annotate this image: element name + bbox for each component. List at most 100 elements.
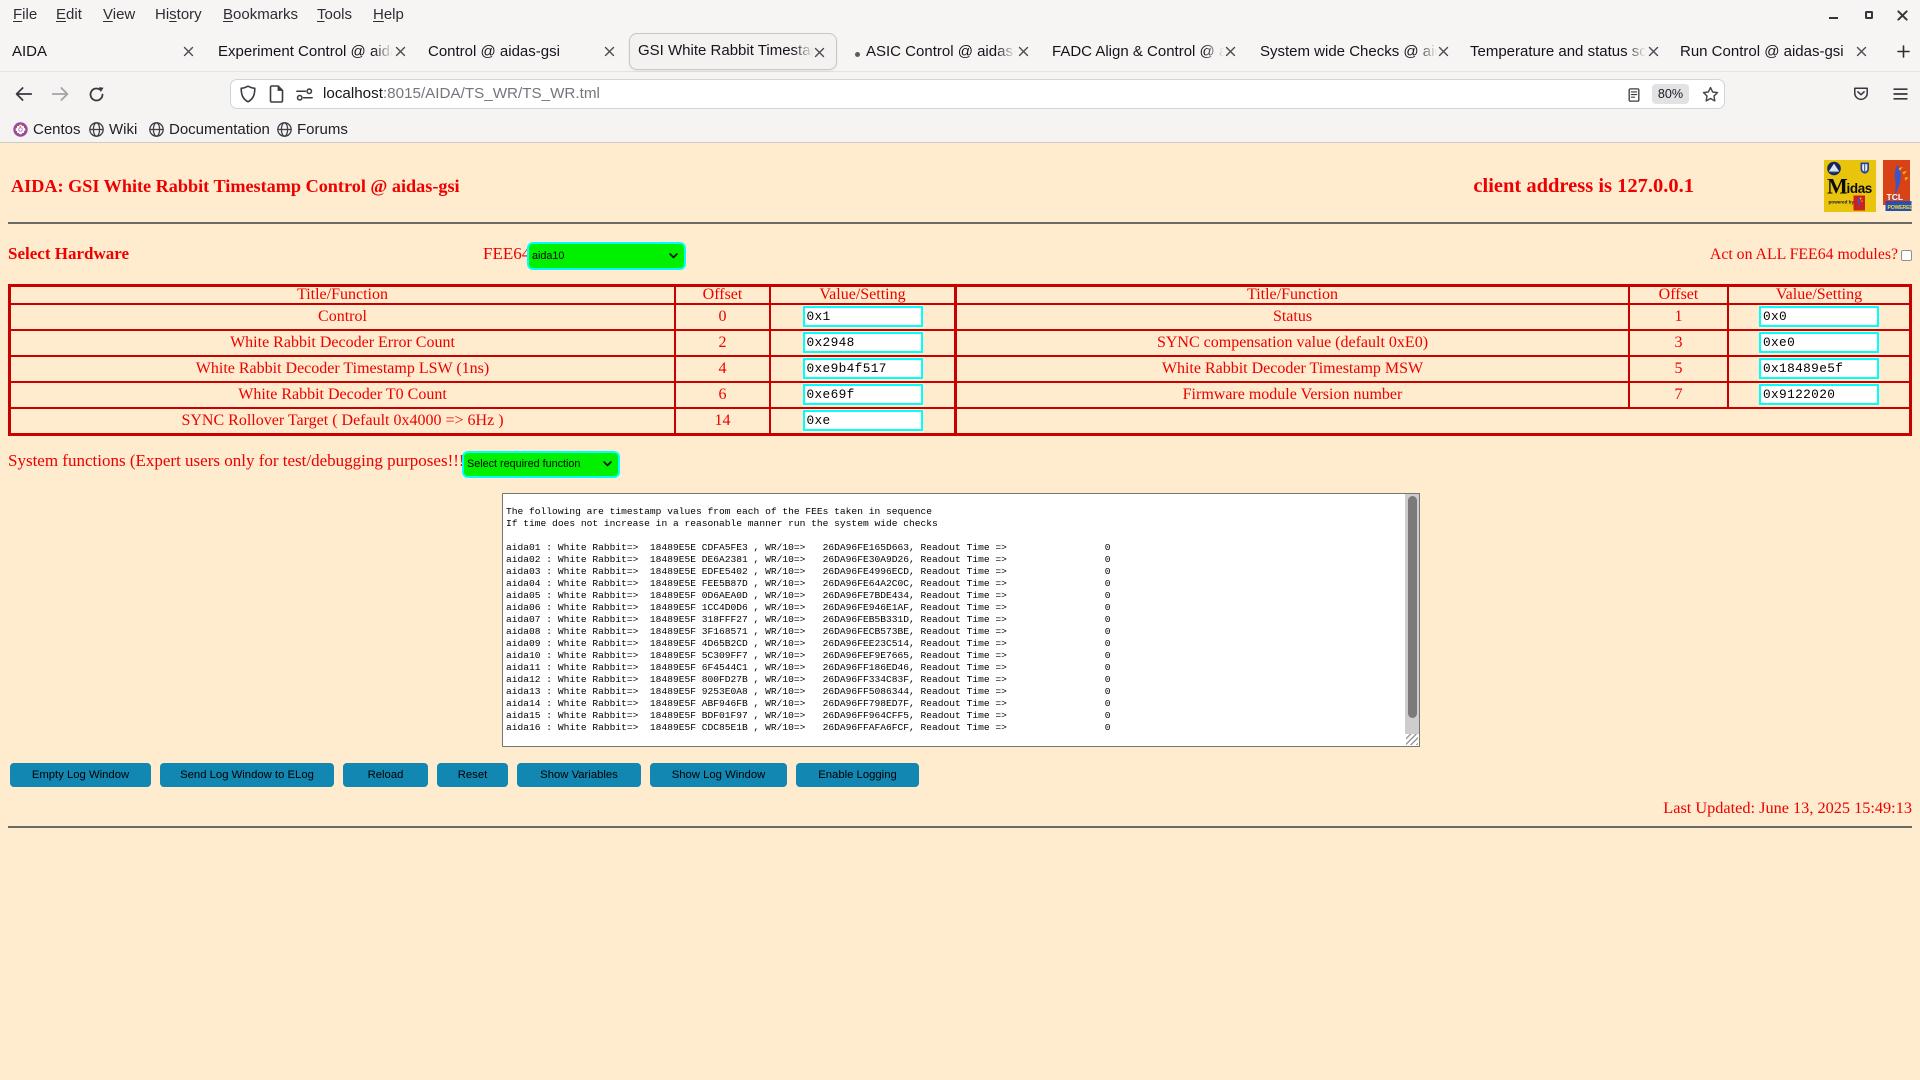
page-title: AIDA: GSI White Rabbit Timestamp Control…: [11, 176, 460, 196]
empty-log-button[interactable]: Empty Log Window: [10, 763, 151, 787]
value-input-firmware[interactable]: [1759, 384, 1879, 405]
row-title: White Rabbit Decoder T0 Count: [10, 381, 675, 408]
value-input-error-count[interactable]: [802, 332, 923, 353]
last-updated-text: Last Updated: June 13, 2025 15:49:13: [1663, 798, 1912, 817]
tab-close-icon[interactable]: [1855, 45, 1868, 58]
tab-close-icon[interactable]: [1224, 45, 1237, 58]
close-button[interactable]: [1894, 0, 1911, 30]
tab-aida[interactable]: AIDA: [5, 33, 207, 70]
value-input-sync-comp[interactable]: [1759, 332, 1879, 353]
tab-close-icon[interactable]: [603, 45, 616, 58]
menu-label-part: iew: [112, 6, 136, 23]
tcl-powered-logo[interactable]: TCL POWERED: [1883, 159, 1912, 212]
menu-history[interactable]: History: [155, 6, 202, 23]
chevron-down-icon: [669, 252, 678, 258]
page-content: AIDA: GSI White Rabbit Timestamp Control…: [0, 143, 1920, 1080]
menu-mnemonic: T: [317, 6, 325, 23]
row-offset: 1: [1629, 303, 1728, 330]
svg-text:idas: idas: [1847, 181, 1872, 196]
menu-bookmarks[interactable]: Bookmarks: [223, 6, 298, 23]
client-address: client address is 127.0.0.1: [1473, 175, 1694, 197]
tab-run-control[interactable]: Run Control @ aidas-gsi: [1673, 33, 1880, 70]
tab-experiment-control[interactable]: Experiment Control @ aidas: [211, 33, 413, 70]
bookmark-forums[interactable]: Forums: [277, 121, 348, 138]
tab-control[interactable]: Control @ aidas-gsi: [421, 33, 621, 70]
reload-button[interactable]: [88, 86, 105, 103]
send-log-elog-button[interactable]: Send Log Window to ELog: [160, 763, 334, 787]
tab-gsi-white-rabbit-active[interactable]: GSI White Rabbit Timestamp: [629, 33, 837, 70]
row-offset: 7: [1629, 381, 1728, 408]
new-tab-button[interactable]: [1896, 44, 1911, 59]
hamburger-menu-icon[interactable]: [1893, 88, 1908, 100]
tab-attention-dot: [855, 52, 860, 57]
act-on-all-checkbox[interactable]: [1901, 250, 1912, 261]
menu-mnemonic: H: [373, 6, 384, 23]
globe-icon: [149, 122, 164, 137]
bookmark-star-icon[interactable]: [1702, 86, 1719, 103]
bookmark-label: Centos: [33, 121, 81, 138]
tab-close-icon[interactable]: [394, 45, 407, 58]
enable-logging-button[interactable]: Enable Logging: [796, 763, 919, 787]
tab-system-checks[interactable]: System wide Checks @ aida: [1253, 33, 1459, 70]
menu-label-part: tory: [176, 6, 202, 23]
value-input-control[interactable]: [802, 306, 923, 327]
url-bar[interactable]: localhost:8015/AIDA/TS_WR/TS_WR.tml 80%: [230, 78, 1725, 109]
row-title: White Rabbit Decoder Timestamp LSW (1ns): [10, 355, 675, 382]
bookmark-wiki[interactable]: Wiki: [89, 121, 137, 138]
page-info-icon[interactable]: [269, 85, 284, 103]
scrollbar-thumb[interactable]: [1407, 495, 1417, 718]
forward-button[interactable]: [51, 86, 70, 102]
menu-mnemonic: E: [56, 6, 67, 23]
restore-button[interactable]: [1862, 0, 1879, 30]
row-title: Status: [955, 303, 1629, 330]
minimize-button[interactable]: [1825, 0, 1842, 30]
value-input-status[interactable]: [1759, 306, 1879, 327]
menu-label-part: ookmarks: [233, 6, 299, 23]
tab-fadc-align[interactable]: FADC Align & Control @ aid: [1045, 33, 1245, 70]
bookmark-centos[interactable]: Centos: [13, 121, 81, 138]
permissions-icon[interactable]: [296, 88, 313, 101]
menu-edit[interactable]: Edit: [56, 6, 82, 23]
value-input-ts-msw[interactable]: [1759, 358, 1879, 379]
tab-title: Control @ aidas-gsi: [428, 42, 560, 60]
shield-icon[interactable]: [240, 85, 256, 103]
value-input-ts-lsw[interactable]: [802, 358, 923, 379]
tab-close-icon[interactable]: [1647, 45, 1660, 58]
show-variables-button[interactable]: Show Variables: [517, 763, 641, 787]
bookmark-documentation[interactable]: Documentation: [149, 121, 270, 138]
show-log-window-button[interactable]: Show Log Window: [650, 763, 787, 787]
globe-icon: [89, 122, 104, 137]
select-hardware-label: Select Hardware: [8, 244, 130, 263]
tab-asic-control[interactable]: ASIC Control @ aidas-gs: [845, 33, 1038, 70]
zoom-level-chip[interactable]: 80%: [1652, 84, 1689, 104]
midas-logo[interactable]: M idas powered by: [1824, 159, 1876, 212]
menu-help[interactable]: Help: [373, 6, 404, 23]
menu-tools[interactable]: Tools: [317, 6, 352, 23]
menu-file[interactable]: File: [13, 6, 37, 23]
menu-bar: File Edit View History Bookmarks Tools H…: [0, 0, 1920, 30]
reset-button[interactable]: Reset: [437, 763, 508, 787]
tab-temperature[interactable]: Temperature and status scan: [1463, 33, 1670, 70]
resize-grip[interactable]: [1406, 733, 1418, 745]
tab-close-icon[interactable]: [1437, 45, 1450, 58]
tab-title: Experiment Control @ aidas: [218, 42, 393, 60]
tab-close-icon[interactable]: [182, 45, 195, 58]
tab-close-icon[interactable]: [813, 46, 826, 59]
column-header: Offset: [675, 285, 770, 304]
fee64-select[interactable]: aida10: [527, 241, 686, 270]
log-textarea[interactable]: The following are timestamp values from …: [502, 492, 1420, 747]
log-text: The following are timestamp values from …: [506, 505, 1111, 733]
value-input-sync-rollover[interactable]: [802, 410, 923, 431]
reader-mode-icon[interactable]: [1628, 88, 1640, 102]
menu-view[interactable]: View: [103, 6, 135, 23]
value-input-t0-count[interactable]: [802, 384, 923, 405]
select-value-text: Select required function: [467, 458, 581, 470]
reload-page-button[interactable]: Reload: [343, 763, 428, 787]
column-header: Title/Function: [955, 285, 1629, 304]
pocket-icon[interactable]: [1853, 86, 1869, 102]
back-button[interactable]: [14, 86, 33, 102]
system-functions-select[interactable]: Select required function: [462, 450, 620, 478]
tab-close-icon[interactable]: [1017, 45, 1030, 58]
bookmark-label: Forums: [297, 121, 348, 138]
url-text[interactable]: localhost:8015/AIDA/TS_WR/TS_WR.tml: [323, 85, 600, 102]
